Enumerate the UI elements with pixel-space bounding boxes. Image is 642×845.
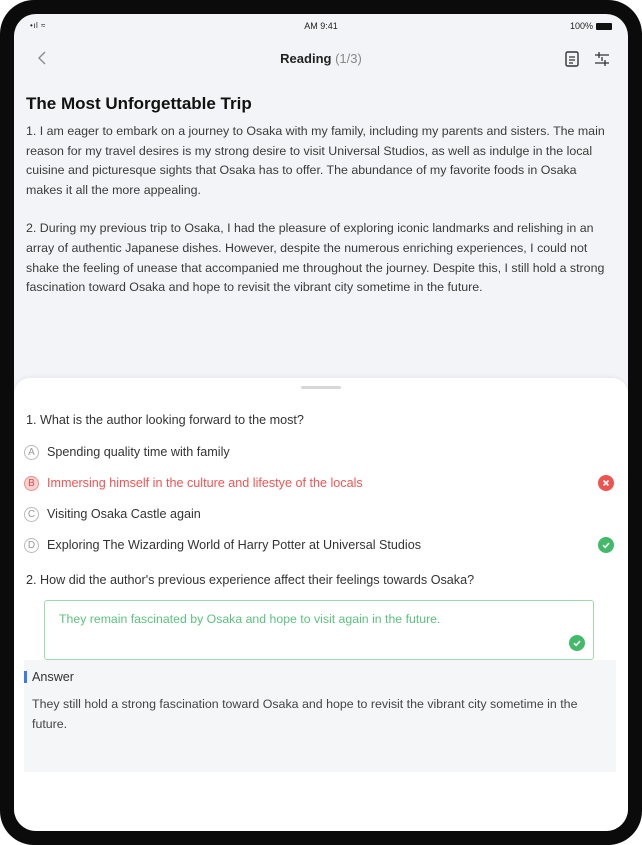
option-b[interactable]: B Immersing himself in the culture and l… [24, 472, 614, 494]
reading-passage: The Most Unforgettable Trip 1. I am eage… [26, 94, 616, 317]
battery-indicator: 100% [570, 21, 612, 31]
question-2-text: 2. How did the author's previous experie… [26, 573, 475, 587]
check-circle-icon [569, 635, 585, 651]
drag-handle[interactable] [301, 386, 341, 389]
status-time: AM 9:41 [304, 21, 338, 31]
battery-percent: 100% [569, 21, 593, 31]
option-label: Immersing himself in the culture and lif… [47, 476, 363, 490]
option-label: Exploring The Wizarding World of Harry P… [47, 538, 421, 552]
check-circle-icon [598, 537, 614, 553]
option-letter: A [24, 444, 39, 460]
nav-actions [562, 49, 612, 69]
accent-bar [24, 671, 27, 683]
option-letter: C [24, 506, 39, 522]
device-frame: •ıl ≈ AM 9:41 100% Reading (1/3) The Mos… [0, 0, 642, 845]
option-letter: D [24, 537, 39, 553]
response-field[interactable]: They remain fascinated by Osaka and hope… [44, 600, 594, 660]
passage-paragraph: 2. During my previous trip to Osaka, I h… [26, 221, 605, 295]
x-circle-icon [598, 475, 614, 491]
status-bar: •ıl ≈ AM 9:41 100% [14, 14, 628, 38]
passage-title: The Most Unforgettable Trip [26, 94, 252, 113]
document-button[interactable] [562, 49, 582, 69]
answer-panel: Answer They still hold a strong fascinat… [24, 660, 616, 772]
page-progress: (1/3) [335, 51, 362, 66]
response-text: They remain fascinated by Osaka and hope… [59, 612, 441, 626]
battery-icon [596, 22, 612, 30]
option-c[interactable]: C Visiting Osaka Castle again [24, 503, 614, 525]
answer-heading-text: Answer [32, 670, 74, 684]
option-letter: B [24, 475, 39, 491]
screen: •ıl ≈ AM 9:41 100% Reading (1/3) The Mos… [14, 14, 628, 831]
answer-text: They still hold a strong fascination tow… [32, 697, 578, 731]
page-title-text: Reading [280, 51, 332, 66]
page-title: Reading (1/3) [14, 51, 628, 66]
option-label: Visiting Osaka Castle again [47, 507, 201, 521]
settings-button[interactable] [592, 49, 612, 69]
option-d[interactable]: D Exploring The Wizarding World of Harry… [24, 534, 614, 556]
question-1-text: 1. What is the author looking forward to… [26, 413, 304, 427]
passage-paragraph: 1. I am eager to embark on a journey to … [26, 124, 605, 197]
document-icon [565, 51, 579, 67]
option-a[interactable]: A Spending quality time with family [24, 441, 614, 463]
sliders-icon [595, 52, 609, 66]
answer-heading: Answer [24, 670, 74, 684]
option-label: Spending quality time with family [47, 445, 230, 459]
nav-bar: Reading (1/3) [14, 40, 628, 78]
